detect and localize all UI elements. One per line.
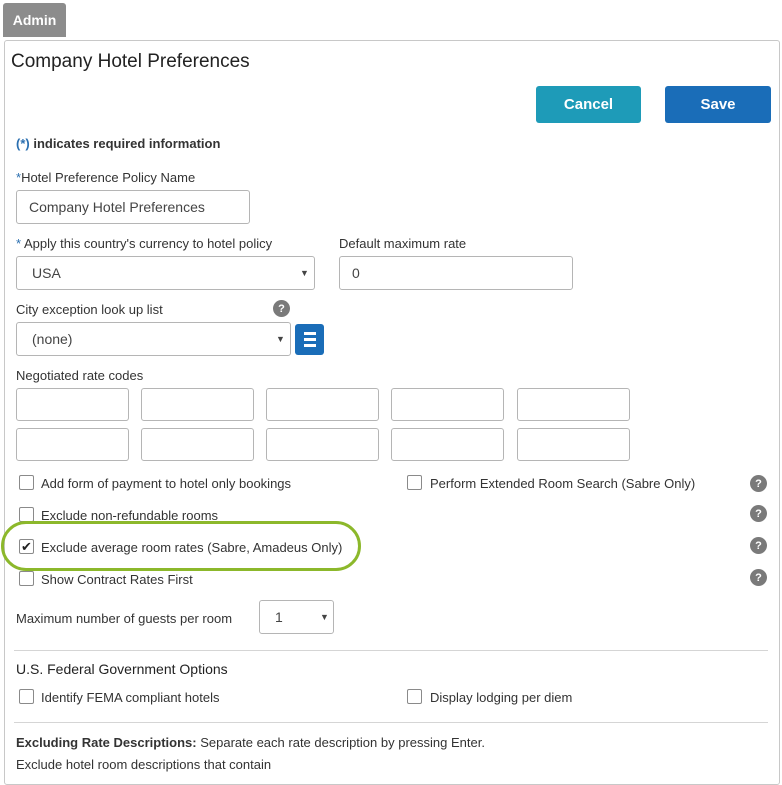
divider: [14, 722, 768, 723]
rate-code-input[interactable]: [266, 388, 379, 421]
city-exception-selected-value: (none): [32, 331, 73, 347]
policy-name-input[interactable]: Company Hotel Preferences: [16, 190, 250, 224]
save-button[interactable]: Save: [665, 86, 771, 123]
required-marker: (*): [16, 136, 30, 151]
city-exception-label: City exception look up list: [16, 302, 163, 317]
page-title: Company Hotel Preferences: [11, 51, 250, 72]
cancel-button[interactable]: Cancel: [536, 86, 641, 123]
contract-first-checkbox[interactable]: [19, 571, 34, 586]
federal-section-title: U.S. Federal Government Options: [16, 661, 228, 677]
per-diem-label: Display lodging per diem: [430, 690, 573, 705]
rate-code-input[interactable]: [266, 428, 379, 461]
help-icon[interactable]: ?: [750, 537, 767, 554]
policy-name-label: *Hotel Preference Policy Name: [16, 170, 195, 185]
required-note: (*) indicates required information: [16, 136, 220, 151]
chevron-down-icon: ▼: [300, 268, 309, 278]
rate-code-input[interactable]: [391, 388, 504, 421]
add-payment-label: Add form of payment to hotel only bookin…: [41, 476, 292, 491]
rate-code-input[interactable]: [391, 428, 504, 461]
chevron-down-icon: ▼: [276, 334, 285, 344]
excluding-title: Excluding Rate Descriptions:: [16, 735, 197, 750]
max-rate-label: Default maximum rate: [339, 236, 467, 251]
guests-selected-value: 1: [275, 609, 283, 625]
max-rate-input[interactable]: 0: [339, 256, 573, 290]
currency-selected-value: USA: [32, 265, 61, 281]
rate-code-input[interactable]: [16, 428, 129, 461]
chevron-down-icon: ▼: [320, 612, 329, 622]
city-exception-select[interactable]: (none): [16, 322, 291, 356]
divider: [14, 650, 768, 651]
rate-code-input[interactable]: [16, 388, 129, 421]
exclude-nonrefundable-checkbox[interactable]: [19, 507, 34, 522]
list-icon: [303, 338, 316, 341]
rate-code-input[interactable]: [141, 388, 254, 421]
list-lookup-button[interactable]: [295, 324, 324, 355]
extended-search-label: Perform Extended Room Search (Sabre Only…: [430, 476, 696, 491]
excluding-heading: Excluding Rate Descriptions: Separate ea…: [16, 735, 485, 750]
admin-tab[interactable]: Admin: [3, 3, 66, 37]
list-icon: [303, 344, 316, 347]
policy-name-label-text: Hotel Preference Policy Name: [21, 170, 196, 185]
help-icon[interactable]: ?: [750, 569, 767, 586]
excluding-instruction: Separate each rate description by pressi…: [196, 735, 485, 750]
fema-label: Identify FEMA compliant hotels: [41, 690, 220, 705]
help-icon[interactable]: ?: [750, 475, 767, 492]
help-icon[interactable]: ?: [273, 300, 290, 317]
add-payment-checkbox[interactable]: [19, 475, 34, 490]
rate-code-input[interactable]: [517, 388, 630, 421]
guests-label: Maximum number of guests per room: [16, 611, 233, 626]
currency-label-text: Apply this country's currency to hotel p…: [21, 236, 273, 251]
required-note-text: indicates required information: [29, 136, 221, 151]
currency-label: * Apply this country's currency to hotel…: [16, 236, 272, 251]
excluding-sub-label: Exclude hotel room descriptions that con…: [16, 757, 272, 772]
currency-select[interactable]: USA: [16, 256, 315, 290]
exclude-average-label: Exclude average room rates (Sabre, Amade…: [41, 540, 343, 555]
help-icon[interactable]: ?: [750, 505, 767, 522]
rate-code-input[interactable]: [517, 428, 630, 461]
list-icon: [303, 332, 316, 335]
contract-first-label: Show Contract Rates First: [41, 572, 193, 587]
extended-search-checkbox[interactable]: [407, 475, 422, 490]
exclude-average-checkbox[interactable]: ✔: [19, 539, 34, 554]
per-diem-checkbox[interactable]: [407, 689, 422, 704]
fema-checkbox[interactable]: [19, 689, 34, 704]
negotiated-label: Negotiated rate codes: [16, 368, 144, 383]
rate-code-input[interactable]: [141, 428, 254, 461]
